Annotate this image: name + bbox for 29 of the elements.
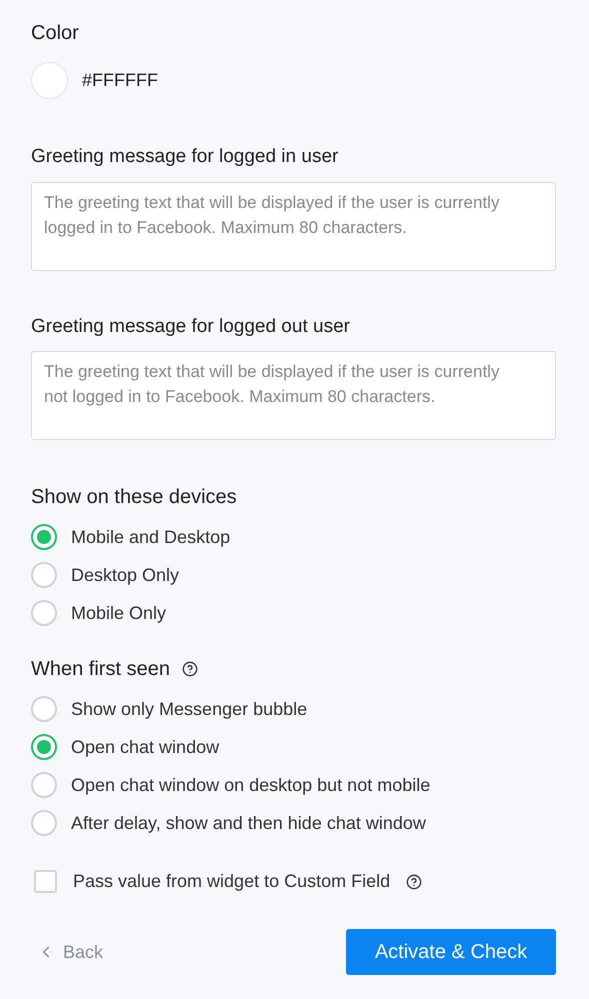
radio-button[interactable] (31, 772, 57, 798)
activate-button[interactable]: Activate & Check (346, 929, 556, 975)
radio-label: Show only Messenger bubble (71, 698, 308, 721)
checkbox-label: Pass value from widget to Custom Field (73, 870, 390, 893)
radio-button[interactable] (31, 600, 57, 626)
help-icon[interactable] (406, 874, 422, 890)
radio-label: Mobile Only (71, 602, 166, 625)
field-label: Greeting message for logged in user (31, 145, 340, 169)
section-label: Show on these devices (31, 485, 238, 510)
radio-label: After delay, show and then hide chat window (71, 812, 426, 835)
color-swatch[interactable] (31, 62, 68, 99)
radio-label: Desktop Only (71, 564, 180, 587)
radio-button[interactable] (31, 524, 57, 550)
greeting-logged-out-field[interactable]: The greeting text that will be displayed if the user is currently not logged in to Facebook. Maximum 80 characters. (31, 351, 556, 440)
back-button[interactable]: Back (31, 938, 104, 966)
radio-button[interactable] (31, 696, 57, 722)
radio-label: Open chat window (71, 736, 220, 759)
section-label: Color (31, 21, 80, 46)
greeting-logged-in-field[interactable]: The greeting text that will be displayed if the user is currently logged in to Facebook. Maximum 80 characters. (31, 182, 556, 270)
color-value: #FFFFFF (82, 69, 158, 92)
help-icon[interactable] (182, 661, 198, 677)
radio-button[interactable] (31, 562, 57, 588)
radio-label: Mobile and Desktop (71, 526, 230, 549)
field-label: Greeting message for logged out user (31, 314, 351, 338)
radio-button[interactable] (31, 734, 57, 760)
radio-label: Open chat window on desktop but not mobile (71, 774, 430, 797)
checkbox[interactable] (34, 870, 57, 893)
radio-button[interactable] (31, 810, 57, 836)
section-label: When first seen (31, 657, 170, 682)
